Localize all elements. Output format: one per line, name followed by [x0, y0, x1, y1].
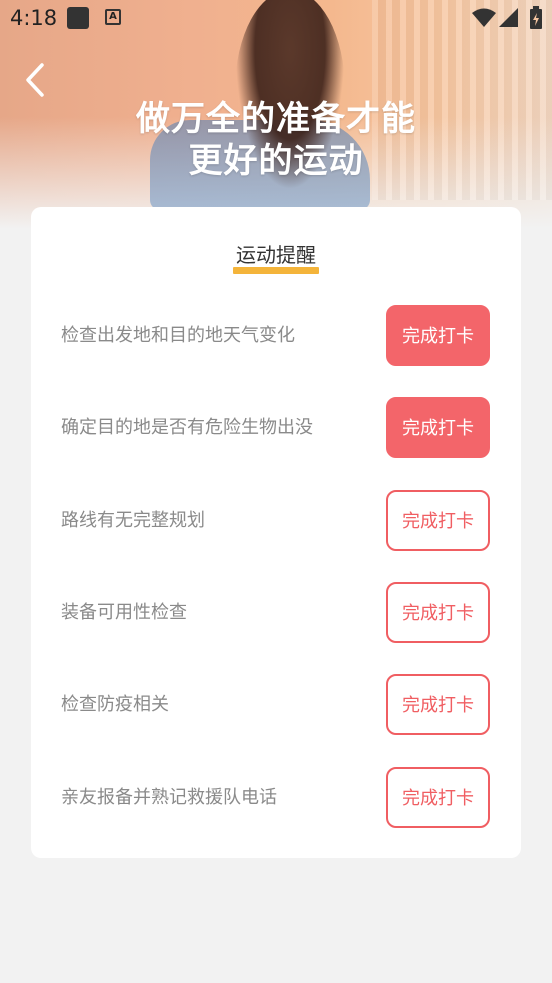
list-item: 确定目的地是否有危险生物出没 完成打卡: [31, 397, 521, 459]
battery-icon: [530, 6, 542, 29]
list-item: 装备可用性检查 完成打卡: [31, 582, 521, 644]
checkin-button[interactable]: 完成打卡: [386, 582, 490, 643]
reminder-card: 运动提醒 检查出发地和目的地天气变化 完成打卡 确定目的地是否有危险生物出没 完…: [31, 207, 521, 858]
checkin-button[interactable]: 完成打卡: [386, 490, 490, 551]
back-chevron-icon[interactable]: [22, 62, 52, 98]
item-label: 装备可用性检查: [61, 602, 187, 623]
list-item: 检查出发地和目的地天气变化 完成打卡: [31, 305, 521, 367]
item-label: 检查防疫相关: [61, 694, 169, 715]
checkin-button[interactable]: 完成打卡: [386, 674, 490, 735]
hero-title-line2: 更好的运动: [188, 141, 364, 181]
hero-title: 做万全的准备才能 更好的运动: [0, 98, 552, 182]
hero-title-line1: 做万全的准备才能: [136, 99, 416, 139]
card-title: 运动提醒: [31, 239, 521, 268]
card-title-text: 运动提醒: [236, 243, 316, 267]
title-underline: [233, 267, 319, 274]
checkin-button[interactable]: 完成打卡: [386, 397, 490, 458]
checkin-button[interactable]: 完成打卡: [386, 767, 490, 828]
list-item: 亲友报备并熟记救援队电话 完成打卡: [31, 767, 521, 829]
item-label: 亲友报备并熟记救援队电话: [61, 787, 277, 808]
status-bar: 4:18 A: [0, 0, 552, 36]
list-item: 检查防疫相关 完成打卡: [31, 674, 521, 736]
app-square-icon: [67, 7, 89, 29]
list-item: 路线有无完整规划 完成打卡: [31, 490, 521, 552]
a-notification-icon: A: [105, 9, 121, 25]
item-label: 检查出发地和目的地天气变化: [61, 325, 295, 346]
signal-icon: [499, 8, 518, 27]
checkin-button[interactable]: 完成打卡: [386, 305, 490, 366]
status-time: 4:18: [10, 6, 58, 30]
item-label: 路线有无完整规划: [61, 510, 205, 531]
wifi-icon: [472, 8, 496, 27]
item-label: 确定目的地是否有危险生物出没: [61, 417, 313, 438]
